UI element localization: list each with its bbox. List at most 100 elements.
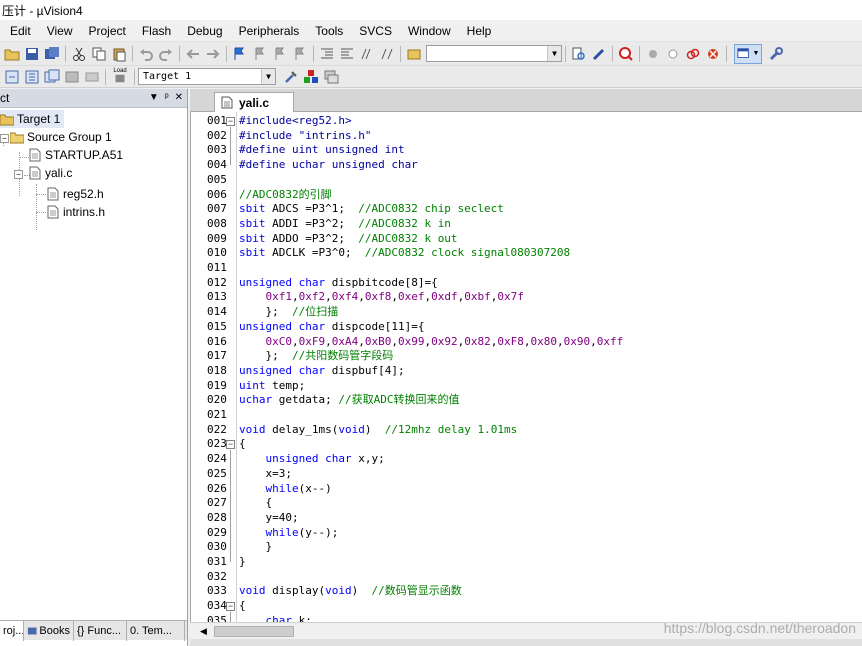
prev-bookmark-icon[interactable]	[251, 45, 269, 63]
menu-project[interactable]: Project	[80, 21, 133, 41]
code-line[interactable]: //ADC0832的引脚	[239, 188, 332, 203]
tree-include-reg52[interactable]: reg52.h	[46, 185, 104, 203]
code-line[interactable]: x=3;	[239, 467, 292, 482]
code-line[interactable]: while(x--)	[239, 482, 332, 497]
code-line[interactable]: 0xf1,0xf2,0xf4,0xf8,0xef,0xdf,0xbf,0x7f	[239, 290, 524, 305]
code-line[interactable]: y=40;	[239, 511, 298, 526]
tab-functions[interactable]: {} Func...	[74, 621, 127, 641]
menu-svcs[interactable]: SVCS	[351, 21, 400, 41]
code-line[interactable]: unsigned char dispbitcode[8]={	[239, 276, 438, 291]
code-line[interactable]: sbit ADDI =P3^2; //ADC0832 k in	[239, 217, 451, 232]
code-line[interactable]: #include<reg52.h>	[239, 114, 352, 129]
uncomment-icon[interactable]	[378, 45, 396, 63]
fold-toggle-icon[interactable]: −	[226, 117, 235, 126]
menu-help[interactable]: Help	[459, 21, 500, 41]
collapse-icon[interactable]: −	[14, 170, 23, 179]
undo-icon[interactable]	[137, 45, 155, 63]
manage-components-icon[interactable]	[302, 68, 320, 86]
pin-icon[interactable]: ᵖ	[165, 89, 169, 107]
code-line[interactable]: uint temp;	[239, 379, 305, 394]
fold-toggle-icon[interactable]: −	[226, 602, 235, 612]
tree-include-intrins[interactable]: intrins.h	[46, 203, 105, 221]
menu-debug[interactable]: Debug	[179, 21, 230, 41]
scroll-left-icon[interactable]: ◀	[196, 625, 211, 638]
disable-breakpoints-icon[interactable]	[684, 45, 702, 63]
tab-templates[interactable]: 0. Tem...	[127, 621, 185, 641]
menu-edit[interactable]: Edit	[2, 21, 39, 41]
stop-build-icon[interactable]	[83, 68, 101, 86]
tab-yali-c[interactable]: yali.c	[214, 92, 294, 112]
tab-books[interactable]: Books	[24, 621, 74, 641]
comment-icon[interactable]	[358, 45, 376, 63]
find-combo[interactable]: ▼	[426, 45, 562, 62]
debug-session-icon[interactable]	[617, 45, 635, 63]
code-line[interactable]: sbit ADCLK =P3^0; //ADC0832 clock signal…	[239, 246, 570, 261]
code-line[interactable]: sbit ADCS =P3^1; //ADC0832 chip seclect	[239, 202, 504, 217]
code-line[interactable]: }; //共阳数码管字段码	[239, 349, 393, 364]
unindent-icon[interactable]	[338, 45, 356, 63]
code-line[interactable]: #define uint unsigned int	[239, 143, 405, 158]
bookmark-icon[interactable]	[231, 45, 249, 63]
code-line[interactable]: char k;	[239, 614, 312, 622]
translate-icon[interactable]	[3, 68, 21, 86]
chevron-down-icon[interactable]: ▼	[261, 69, 275, 84]
code-line[interactable]: unsigned char x,y;	[239, 452, 385, 467]
code-line[interactable]: {	[239, 437, 246, 452]
find-icon[interactable]	[570, 45, 588, 63]
menu-view[interactable]: View	[39, 21, 81, 41]
code-line[interactable]: #define uchar unsigned char	[239, 158, 418, 173]
window-layout-dropdown[interactable]: ▼	[734, 43, 762, 64]
fold-toggle-icon[interactable]: −	[226, 440, 235, 450]
code-line[interactable]: #include "intrins.h"	[239, 129, 371, 144]
tree-file-startup[interactable]: STARTUP.A51	[28, 146, 123, 164]
menu-window[interactable]: Window	[400, 21, 459, 41]
cut-icon[interactable]	[70, 45, 88, 63]
code-line[interactable]: unsigned char dispcode[11]={	[239, 320, 424, 335]
copy-icon[interactable]	[90, 45, 108, 63]
rebuild-icon[interactable]	[43, 68, 61, 86]
tree-source-group[interactable]: Source Group 1	[9, 128, 112, 146]
close-icon[interactable]: ✕	[175, 89, 183, 107]
insert-breakpoint-icon[interactable]	[644, 45, 662, 63]
code-line[interactable]: void display(void) //数码管显示函数	[239, 584, 462, 599]
panel-menu-icon[interactable]: ▼	[149, 89, 159, 107]
code-line[interactable]: void delay_1ms(void) //12mhz delay 1.01m…	[239, 423, 517, 438]
save-icon[interactable]	[23, 45, 41, 63]
menu-tools[interactable]: Tools	[307, 21, 351, 41]
code-line[interactable]: uchar getdata; //获取ADC转换回来的值	[239, 393, 459, 408]
nav-forward-icon[interactable]	[204, 45, 222, 63]
tree-file-yali[interactable]: yali.c	[28, 164, 72, 182]
code-line[interactable]: }; //位扫描	[239, 305, 338, 320]
next-bookmark-icon[interactable]	[271, 45, 289, 63]
code-line[interactable]: unsigned char dispbuf[4];	[239, 364, 405, 379]
tab-project[interactable]: roj...	[0, 621, 24, 641]
code-line[interactable]: }	[239, 540, 272, 555]
incremental-find-icon[interactable]	[590, 45, 608, 63]
save-all-icon[interactable]	[43, 45, 61, 63]
redo-icon[interactable]	[157, 45, 175, 63]
configure-icon[interactable]	[767, 45, 785, 63]
nav-back-icon[interactable]	[184, 45, 202, 63]
code-line[interactable]: {	[239, 496, 272, 511]
code-line[interactable]: while(y--);	[239, 526, 339, 541]
code-line[interactable]: }	[239, 555, 246, 570]
chevron-down-icon[interactable]: ▼	[547, 46, 561, 61]
code-line[interactable]: {	[239, 599, 246, 614]
manage-books-icon[interactable]	[322, 68, 340, 86]
open-folder-icon[interactable]	[3, 45, 21, 63]
indent-icon[interactable]	[318, 45, 336, 63]
enable-breakpoint-icon[interactable]	[664, 45, 682, 63]
find-in-files-icon[interactable]	[405, 45, 423, 63]
menu-flash[interactable]: Flash	[134, 21, 179, 41]
build-icon[interactable]	[23, 68, 41, 86]
code-line[interactable]: 0xC0,0xF9,0xA4,0xB0,0x99,0x92,0x82,0xF8,…	[239, 335, 624, 350]
menu-peripherals[interactable]: Peripherals	[231, 21, 308, 41]
target-combo[interactable]: Target 1 ▼	[138, 68, 276, 85]
code-line[interactable]: sbit ADDO =P3^2; //ADC0832 k out	[239, 232, 458, 247]
paste-icon[interactable]	[110, 45, 128, 63]
batch-build-icon[interactable]	[63, 68, 81, 86]
tree-target[interactable]: Target 1	[0, 110, 65, 128]
collapse-icon[interactable]: −	[0, 134, 9, 143]
kill-breakpoints-icon[interactable]	[704, 45, 722, 63]
download-icon[interactable]: Load	[110, 68, 130, 86]
